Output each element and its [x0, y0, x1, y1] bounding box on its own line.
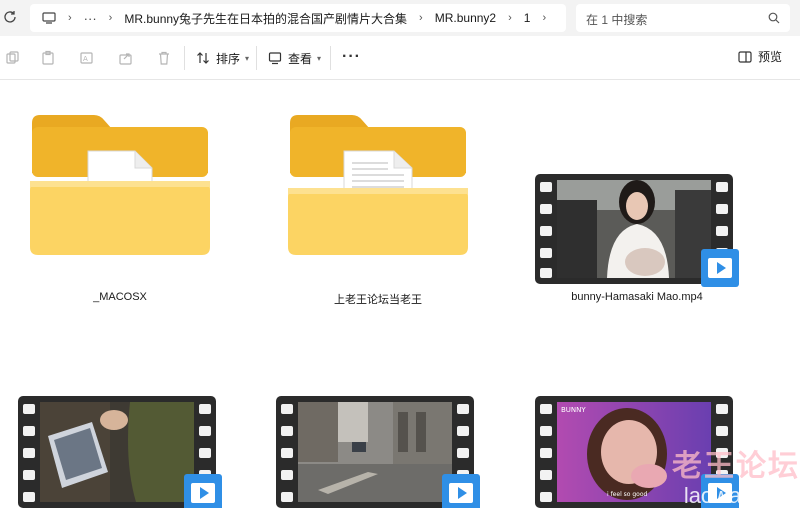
video-badge-icon: [184, 474, 222, 508]
breadcrumb-item[interactable]: MR.bunny2: [435, 11, 496, 25]
sort-icon: [197, 52, 209, 64]
folder-item[interactable]: [30, 113, 210, 258]
watermark-url: laowang.vip: [683, 483, 800, 508]
video-frame: [40, 402, 194, 502]
folder-item[interactable]: [288, 113, 468, 258]
breadcrumb-more[interactable]: ···: [84, 11, 97, 26]
file-grid: _MACOSX 上老王论坛当老王 bunny-Hamasaki Mao.mp4 …: [0, 81, 800, 508]
preview-button[interactable]: 预览: [738, 48, 782, 65]
divider: [184, 46, 185, 70]
breadcrumb-item[interactable]: MR.bunny兔子先生在日本拍的混合国产剧情片大合集: [124, 10, 407, 27]
video-badge-icon: [442, 474, 480, 508]
share-icon[interactable]: [118, 50, 134, 66]
divider: [256, 46, 257, 70]
chevron-right-icon: ›: [508, 12, 512, 24]
video-frame: [298, 402, 452, 502]
sort-button[interactable]: 排序 ▾: [196, 48, 249, 68]
paste-icon[interactable]: [40, 50, 56, 66]
delete-icon[interactable]: [156, 50, 172, 66]
item-name: _MACOSX: [93, 291, 147, 303]
copy-icon[interactable]: [4, 50, 20, 66]
divider: [330, 46, 331, 70]
search-input[interactable]: 在 1 中搜索: [586, 11, 647, 28]
watermark-title: 老王论坛: [672, 450, 800, 483]
sort-label: 排序: [216, 51, 241, 66]
video-badge-icon: [701, 249, 739, 287]
video-thumbnail[interactable]: [18, 396, 222, 508]
rename-icon[interactable]: A: [79, 50, 95, 66]
thumbnail-caption: i feel so good: [607, 491, 647, 498]
item-name: 上老王论坛当老王: [334, 294, 422, 306]
preview-label: 预览: [757, 50, 782, 64]
video-frame: [557, 180, 711, 278]
breadcrumb[interactable]: › ··· › MR.bunny兔子先生在日本拍的混合国产剧情片大合集 › MR…: [30, 4, 566, 32]
preview-pane-icon: [738, 50, 752, 63]
more-options-button[interactable]: ···: [342, 48, 361, 66]
view-label: 查看: [288, 51, 313, 66]
chevron-down-icon: ▾: [317, 53, 322, 63]
video-thumbnail[interactable]: [535, 174, 739, 287]
command-bar: A 排序 ▾ 查看 ▾ ··· 预览: [0, 36, 800, 80]
video-thumbnail[interactable]: [276, 396, 480, 508]
chevron-right-icon: ›: [68, 12, 72, 24]
chevron-right-icon[interactable]: ›: [542, 12, 546, 24]
chevron-down-icon: ▾: [245, 53, 250, 63]
svg-text:A: A: [83, 55, 88, 63]
watermark: 老王论坛 laowang.vip: [650, 441, 800, 508]
view-icon: [268, 52, 282, 65]
computer-icon[interactable]: [42, 12, 56, 24]
folder-icon: [288, 115, 468, 255]
view-button[interactable]: 查看 ▾: [268, 48, 321, 68]
folder-icon: [30, 115, 210, 255]
address-bar-row: › ··· › MR.bunny兔子先生在日本拍的混合国产剧情片大合集 › MR…: [0, 0, 800, 36]
search-icon: [768, 12, 780, 24]
search-box[interactable]: 在 1 中搜索: [576, 4, 790, 32]
thumbnail-logo: BUNNY: [561, 406, 586, 414]
chevron-right-icon: ›: [108, 12, 113, 24]
breadcrumb-item[interactable]: 1: [524, 11, 531, 25]
item-name: bunny-Hamasaki Mao.mp4: [571, 291, 703, 303]
chevron-right-icon: ›: [419, 12, 423, 24]
refresh-icon[interactable]: [2, 9, 18, 25]
